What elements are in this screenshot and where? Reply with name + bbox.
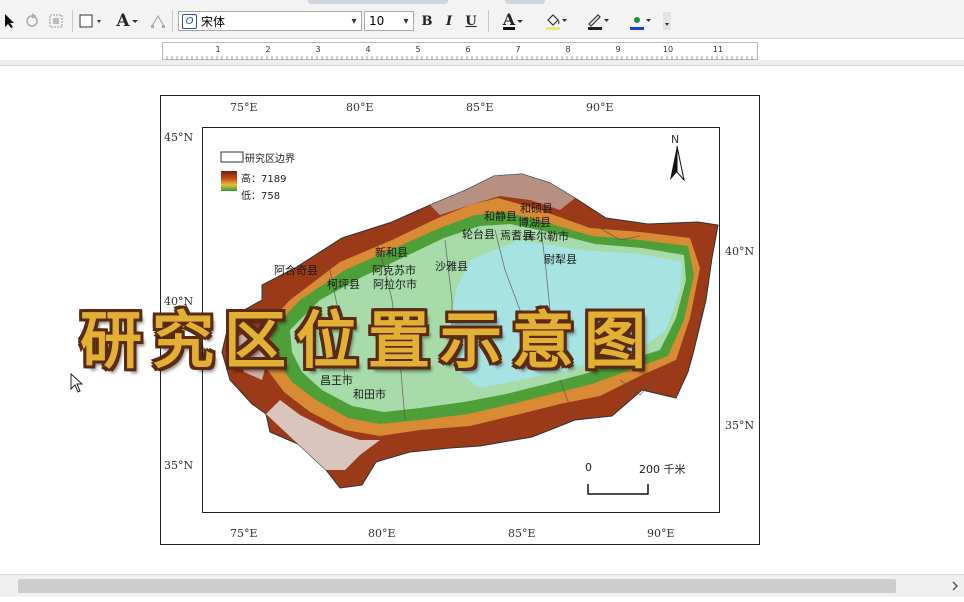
scale-distance-label: 200 千米 <box>639 463 686 476</box>
legend-low-label: 低：758 <box>241 191 281 202</box>
top-lon-label: 90°E <box>586 101 614 114</box>
right-lat-label: 35°N <box>725 419 755 432</box>
scroll-right-icon[interactable] <box>950 579 960 593</box>
bottom-lon-label: 75°E <box>230 527 258 540</box>
bold-button[interactable]: B <box>418 10 436 32</box>
ruler-label: 6 <box>465 45 470 54</box>
ruler-label: 8 <box>565 45 570 54</box>
county-label: 库尔勒市 <box>525 230 569 243</box>
toolbar-separator <box>488 10 489 32</box>
bottom-lon-label: 90°E <box>647 527 675 540</box>
ruler-label: 9 <box>615 45 620 54</box>
toolbar: A O 宋体 ▾ 10 ▾ B I U A <box>0 0 964 39</box>
mouse-cursor-icon <box>70 373 84 393</box>
bold-label: B <box>421 13 433 29</box>
overlay-title: 研究区位置示意图 <box>80 304 657 377</box>
county-label: 和静县 <box>484 210 517 223</box>
font-color-label: A <box>502 9 516 30</box>
font-size-value: 10 <box>369 14 385 28</box>
text-tool-button[interactable]: A <box>110 10 146 32</box>
chevron-down-icon[interactable]: ▾ <box>399 16 413 27</box>
font-name-combo[interactable]: O 宋体 ▾ <box>178 11 362 31</box>
toolbar-separator <box>72 10 73 32</box>
bottom-lon-label: 80°E <box>368 527 396 540</box>
ruler-label: 3 <box>315 45 320 54</box>
ruler-label: 7 <box>515 45 520 54</box>
group-icon[interactable] <box>46 10 66 32</box>
opentype-font-icon: O <box>182 13 197 29</box>
top-lon-label: 85°E <box>466 101 494 114</box>
left-lat-label: 45°N <box>164 131 194 144</box>
toolbar-separator <box>172 10 173 32</box>
bottom-lon-label: 85°E <box>508 527 536 540</box>
top-lon-label: 75°E <box>230 101 258 114</box>
ruler-label: 11 <box>713 45 723 54</box>
ruler-label: 5 <box>415 45 420 54</box>
italic-button[interactable]: I <box>440 10 458 32</box>
ruler-label: 1 <box>215 45 220 54</box>
scrollbar-thumb[interactable] <box>18 579 896 593</box>
italic-label: I <box>445 13 453 29</box>
rectangle-tool-icon[interactable] <box>76 10 106 32</box>
ruler-label: 4 <box>365 45 370 54</box>
right-lat-label: 40°N <box>725 245 755 258</box>
north-arrow-label: N <box>671 133 680 146</box>
select-arrow-icon[interactable] <box>0 10 20 32</box>
legend-boundary-label: 研究区边界 <box>245 154 295 165</box>
ruler-band <box>0 60 964 66</box>
chevron-down-icon[interactable]: ▾ <box>347 16 361 27</box>
horizontal-ruler: 1 2 3 4 5 6 7 8 9 10 11 <box>162 42 758 60</box>
ruler-label: 10 <box>663 45 673 54</box>
county-label: 轮台县 <box>462 228 495 241</box>
marker-color-button[interactable] <box>620 10 660 32</box>
scale-zero-label: 0 <box>585 461 592 474</box>
underline-label: U <box>465 13 477 29</box>
toolbar-top-edge <box>308 0 448 4</box>
legend-high-label: 高：7189 <box>241 174 287 185</box>
top-lon-label: 80°E <box>346 101 374 114</box>
county-label: 和田市 <box>353 388 386 401</box>
county-label: 阿合奇县 <box>274 264 318 277</box>
font-name-value: 宋体 <box>201 14 226 29</box>
font-color-button[interactable]: A <box>494 10 534 32</box>
rotate-icon[interactable] <box>22 10 42 32</box>
underline-button[interactable]: U <box>462 10 480 32</box>
font-size-combo[interactable]: 10 ▾ <box>364 11 414 31</box>
county-label: 新和县 <box>375 246 408 259</box>
toolbar-top-edge <box>505 0 545 4</box>
line-color-button[interactable] <box>578 10 618 32</box>
toolbar-overflow-icon[interactable] <box>662 10 672 32</box>
county-label: 尉犁县 <box>544 253 577 266</box>
fill-color-button[interactable] <box>536 10 576 32</box>
edit-vertices-icon[interactable] <box>148 10 168 32</box>
ruler-label: 2 <box>265 45 270 54</box>
left-lat-label: 35°N <box>164 459 194 472</box>
county-label: 沙雅县 <box>435 260 468 273</box>
ruler-ticks: 1 2 3 4 5 6 7 8 9 10 11 <box>166 45 753 60</box>
horizontal-scrollbar[interactable] <box>0 574 964 597</box>
text-tool-label: A <box>116 11 130 31</box>
